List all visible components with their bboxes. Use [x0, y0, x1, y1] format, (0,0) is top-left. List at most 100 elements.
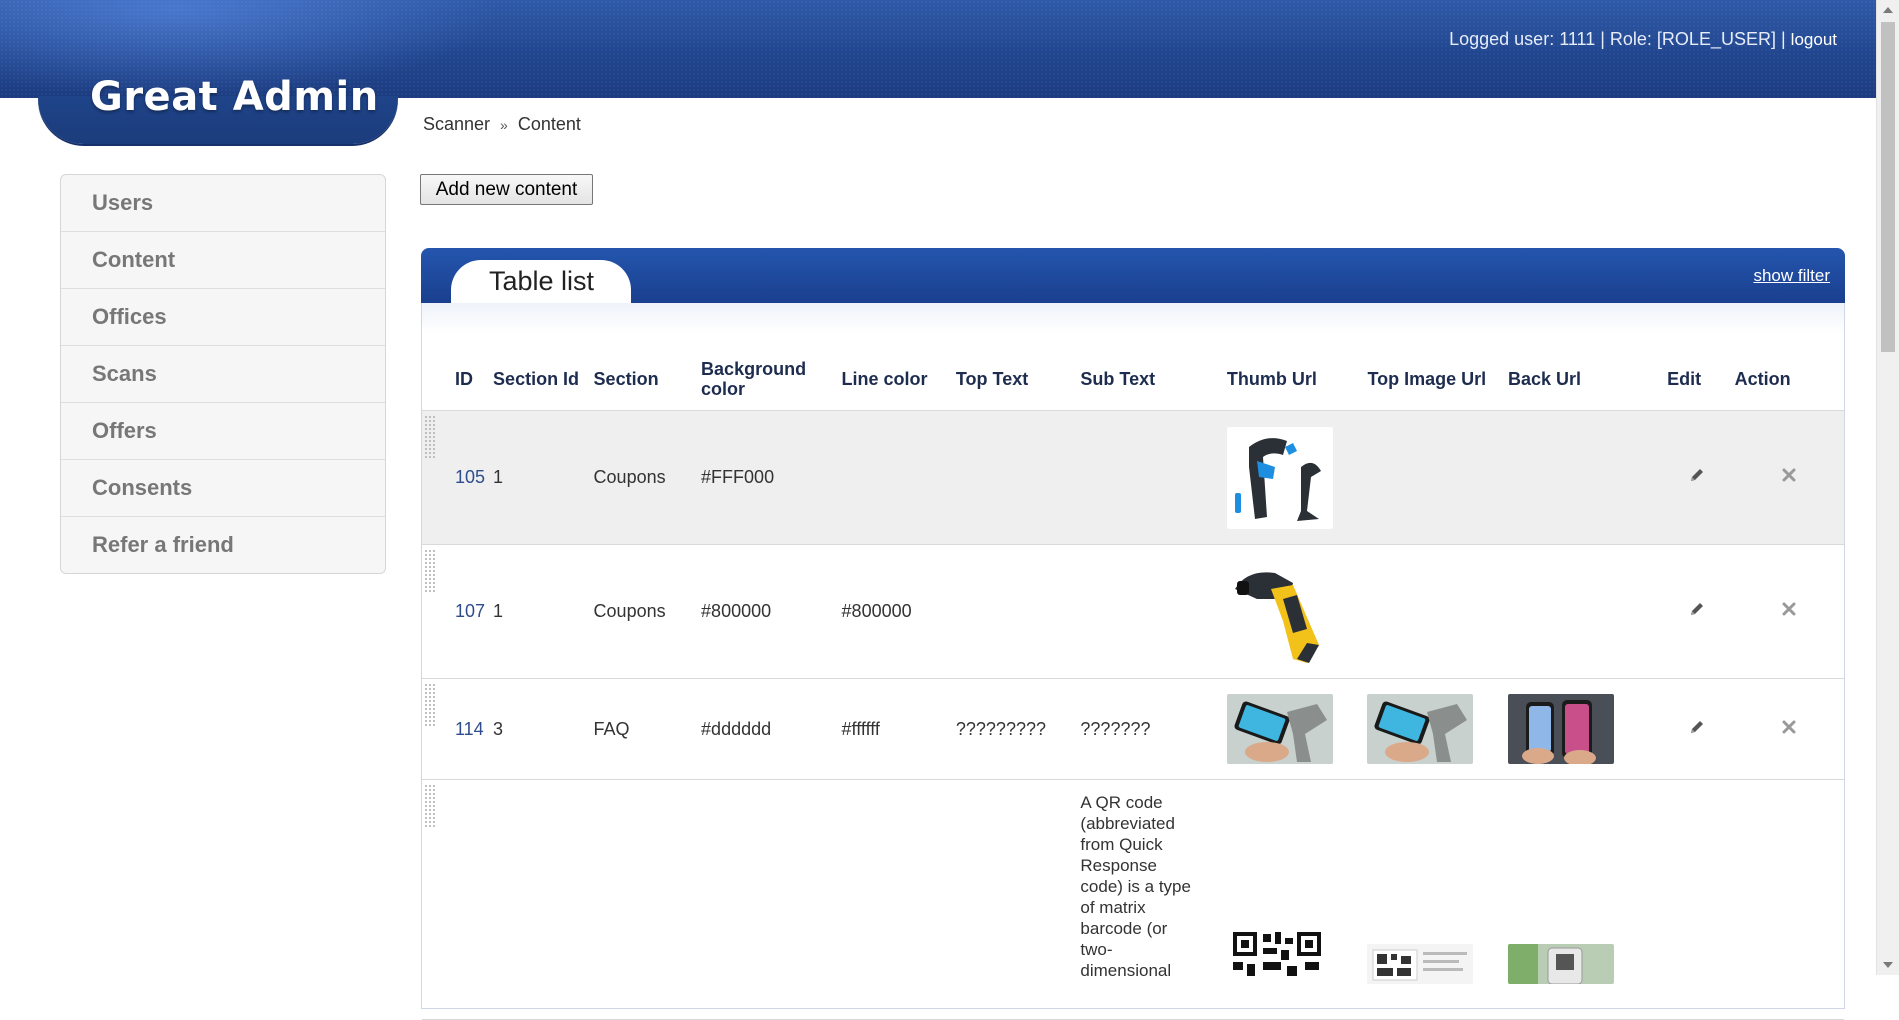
phone-scan-image: [1367, 694, 1474, 764]
qr-code-image: [1226, 930, 1333, 990]
scroll-up-icon[interactable]: [1883, 7, 1893, 13]
column-header-top-image-url[interactable]: Top Image Url: [1367, 348, 1508, 411]
row-id-link[interactable]: 105: [455, 467, 485, 487]
phones-image: [1507, 694, 1614, 764]
cell-top-text: [955, 779, 1081, 1020]
column-header-top-text[interactable]: Top Text: [955, 348, 1081, 411]
cell-section: FAQ: [593, 678, 702, 780]
drag-handle-icon[interactable]: [424, 683, 436, 727]
add-new-content-button[interactable]: Add new content: [420, 174, 593, 205]
user-bar: Logged user: 1111 | Role: [ROLE_USER] | …: [1449, 29, 1837, 50]
table-panel: show filter ID Section Id Section Backgr…: [421, 248, 1845, 1020]
cell-line-color: #ffffff: [841, 678, 956, 780]
column-header-id[interactable]: ID: [422, 348, 494, 411]
cell-sub-text: ???????: [1080, 678, 1227, 780]
cell-thumb: [1226, 410, 1368, 545]
sidebar-item-refer-a-friend[interactable]: Refer a friend: [61, 517, 385, 573]
table-row[interactable]: 105 1 Coupons #FFF000: [422, 410, 1844, 545]
scrollbar-thumb[interactable]: [1881, 22, 1895, 352]
breadcrumb-scanner[interactable]: Scanner: [423, 114, 490, 134]
panel-title: Table list: [489, 266, 595, 296]
panel-header-shade: [422, 303, 1844, 333]
sidebar-item-users[interactable]: Users: [61, 175, 385, 232]
cell-line-color: [841, 410, 956, 545]
cell-top-text: [955, 544, 1081, 679]
cell-section: Coupons: [593, 544, 702, 679]
column-header-section[interactable]: Section: [593, 348, 702, 411]
cell-background-color: #FFF000: [701, 410, 842, 545]
sidebar-item-content[interactable]: Content: [61, 232, 385, 289]
pencil-icon[interactable]: [1688, 466, 1706, 484]
show-filter-link[interactable]: show filter: [1753, 266, 1830, 286]
sidebar-item-consents[interactable]: Consents: [61, 460, 385, 517]
cell-top-image: [1367, 544, 1508, 679]
cell-line-color: [841, 779, 956, 1020]
column-header-action: Action: [1734, 348, 1844, 411]
sub-text-content: A QR code (abbreviated from Quick Respon…: [1080, 793, 1191, 980]
cell-line-color: #800000: [841, 544, 956, 679]
column-header-sub-text[interactable]: Sub Text: [1080, 348, 1227, 411]
delete-icon[interactable]: [1780, 718, 1798, 736]
logout-link[interactable]: logout: [1791, 30, 1837, 49]
sidebar-item-offers[interactable]: Offers: [61, 403, 385, 460]
cell-back: [1507, 779, 1668, 1020]
cell-section-id: 1: [493, 410, 594, 545]
table-header-row: ID Section Id Section Background color L…: [422, 348, 1844, 411]
cell-section-id: [493, 779, 594, 1020]
pencil-icon[interactable]: [1688, 600, 1706, 618]
column-header-back-url[interactable]: Back Url: [1507, 348, 1668, 411]
cell-back: [1507, 410, 1668, 545]
cell-top-image: [1367, 779, 1508, 1020]
cell-section-id: 3: [493, 678, 594, 780]
breadcrumb-current: Content: [517, 114, 581, 134]
sidebar-item-scans[interactable]: Scans: [61, 346, 385, 403]
row-id-link[interactable]: 114: [455, 719, 484, 739]
user-info-text: Logged user: 1111 | Role: [ROLE_USER] |: [1449, 29, 1786, 49]
row-id-link[interactable]: 107: [455, 601, 485, 621]
scanner-blue-image: [1226, 426, 1333, 529]
drag-handle-icon[interactable]: [424, 415, 436, 459]
column-header-background-color[interactable]: Background color: [701, 348, 842, 411]
cell-top-text: ?????????: [955, 678, 1081, 780]
panel-header: show filter: [421, 248, 1845, 303]
column-header-thumb-url[interactable]: Thumb Url: [1226, 348, 1368, 411]
cell-thumb: [1226, 779, 1368, 1020]
cell-thumb: [1226, 544, 1368, 679]
cell-sub-text: [1080, 544, 1227, 679]
app-logo: Great Admin: [90, 74, 379, 120]
cell-background-color: [701, 779, 842, 1020]
cell-section: [593, 779, 702, 1020]
cell-top-image: [1367, 678, 1508, 780]
drag-handle-icon[interactable]: [424, 549, 436, 593]
column-header-line-color[interactable]: Line color: [841, 348, 956, 411]
column-header-section-id[interactable]: Section Id: [493, 348, 594, 411]
cell-background-color: #dddddd: [701, 678, 842, 780]
scroll-down-icon[interactable]: [1883, 962, 1893, 968]
column-header-edit: Edit: [1667, 348, 1735, 411]
table-row[interactable]: A QR code (abbreviated from Quick Respon…: [422, 779, 1844, 1020]
sidebar-item-offices[interactable]: Offices: [61, 289, 385, 346]
breadcrumb: Scanner » Content: [423, 114, 581, 135]
vertical-scrollbar[interactable]: [1876, 0, 1899, 975]
cell-top-image: [1367, 410, 1508, 545]
table-row[interactable]: 114 3 FAQ #dddddd #ffffff ????????? ????…: [422, 678, 1844, 780]
cell-back: [1507, 544, 1668, 679]
drag-handle-icon[interactable]: [424, 784, 436, 828]
cell-section: Coupons: [593, 410, 702, 545]
cell-back: [1507, 678, 1668, 780]
cell-sub-text: [1080, 410, 1227, 545]
breadcrumb-separator: »: [500, 117, 508, 133]
pencil-icon[interactable]: [1688, 718, 1706, 736]
cell-top-text: [955, 410, 1081, 545]
phone-scan-image: [1226, 694, 1333, 764]
sidebar: Users Content Offices Scans Offers Conse…: [60, 174, 386, 574]
cell-background-color: #800000: [701, 544, 842, 679]
cell-sub-text: A QR code (abbreviated from Quick Respon…: [1080, 779, 1227, 1020]
qr-document-image: [1367, 944, 1474, 984]
delete-icon[interactable]: [1780, 600, 1798, 618]
table-row[interactable]: 107 1 Coupons #800000 #800000: [422, 544, 1844, 679]
cell-thumb: [1226, 678, 1368, 780]
phone-green-image: [1507, 944, 1614, 984]
content-table: ID Section Id Section Background color L…: [422, 348, 1844, 1020]
delete-icon[interactable]: [1780, 466, 1798, 484]
